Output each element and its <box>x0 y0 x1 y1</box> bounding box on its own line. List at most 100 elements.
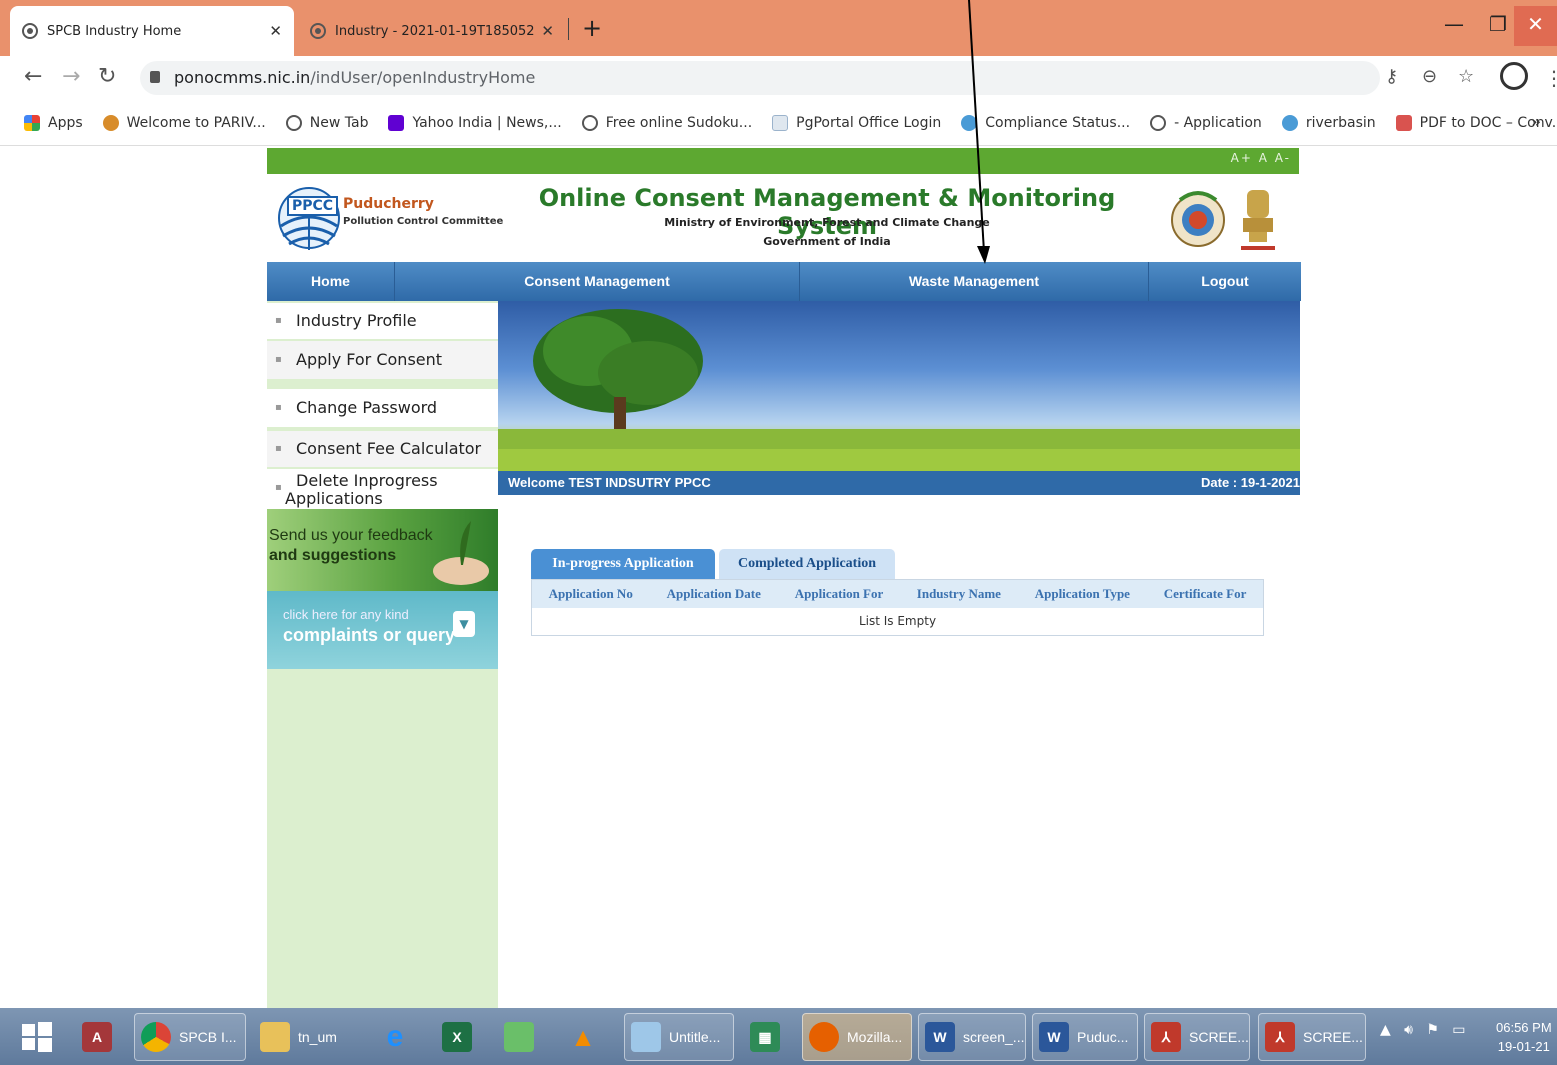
access-icon: A <box>82 1022 112 1052</box>
bookmark-yahoo[interactable]: Yahoo India | News,... <box>388 114 562 131</box>
browser-tab-active[interactable]: SPCB Industry Home ✕ <box>10 6 294 56</box>
new-tab-plus-icon[interactable]: + <box>582 14 602 42</box>
bookmark-sudoku[interactable]: Free online Sudoku... <box>581 114 752 131</box>
windows-taskbar: A SPCB I... tn_um e X ▲ Untitle... ▦ Moz… <box>0 1008 1557 1065</box>
taskbar-access[interactable]: A <box>76 1013 120 1061</box>
hands-plant-icon <box>433 521 489 585</box>
ppcc-logo-icon[interactable] <box>277 178 341 258</box>
system-tray[interactable]: ▲ 🔊︎ ⚑ ▭ <box>1380 1022 1465 1038</box>
sidebar-item-consent-fee-calculator[interactable]: ▪ Consent Fee Calculator <box>267 431 498 467</box>
taskbar-vlc[interactable]: ▲ <box>562 1013 606 1061</box>
taskbar-explorer[interactable] <box>498 1013 542 1061</box>
taskbar-pdf-1[interactable]: ⅄ SCREE... <box>1144 1013 1250 1061</box>
taskbar-calculator[interactable]: ▦ <box>744 1013 788 1061</box>
taskbar-excel[interactable]: X <box>436 1013 480 1061</box>
bookmark-apps[interactable]: Apps <box>24 114 83 131</box>
welcome-bar: Welcome TEST INDSUTRY PPCC Date : 19-1-2… <box>498 471 1300 495</box>
word-icon: W <box>925 1022 955 1052</box>
key-icon[interactable]: ⚷ <box>1385 66 1398 87</box>
sidebar: ▪ Industry Profile ▪ Apply For Consent ▪ Ch… <box>267 301 498 1008</box>
government-name: Government of India <box>763 235 891 248</box>
web-page: A+ A A- PPCC Puducherry Pollution Contro… <box>0 146 1557 1008</box>
ashoka-emblem-icon <box>1241 190 1275 250</box>
vlc-icon: ▲ <box>570 1021 596 1052</box>
windows-start-icon <box>22 1022 52 1052</box>
organization-subtitle: Pollution Control Committee <box>343 216 504 227</box>
system-clock[interactable]: 06:56 PM 19-01-21 <box>1496 1018 1552 1056</box>
taskbar-firefox[interactable]: Mozilla... <box>802 1013 912 1061</box>
bookmark-pgportal[interactable]: PgPortal Office Login <box>772 114 941 131</box>
lock-icon[interactable] <box>150 71 160 83</box>
bookmark-compliance[interactable]: Compliance Status... <box>961 114 1130 131</box>
taskbar-word-puduc[interactable]: W Puduc... <box>1032 1013 1138 1061</box>
column-header: Industry Name <box>900 579 1018 608</box>
bookmark-label: Apps <box>48 114 83 131</box>
bookmark-parivesh[interactable]: Welcome to PARIV... <box>102 114 266 131</box>
reload-icon[interactable]: ↻ <box>98 64 116 89</box>
bookmark-label: riverbasin <box>1305 114 1376 131</box>
bookmark-star-icon[interactable]: ☆ <box>1458 66 1474 87</box>
taskbar-label: SCREE... <box>1303 1029 1363 1045</box>
bookmarks-bar: Apps Welcome to PARIV... New Tab Yahoo I… <box>0 100 1557 146</box>
bookmark-new-tab[interactable]: New Tab <box>285 114 369 131</box>
column-header: Application Type <box>1017 579 1148 608</box>
taskbar-label: SCREE... <box>1189 1029 1249 1045</box>
sidebar-item-label: Industry Profile <box>296 311 417 330</box>
globe-icon <box>22 23 38 39</box>
column-header: Application No <box>531 579 650 608</box>
taskbar-folder[interactable]: tn_um <box>254 1013 358 1061</box>
font-size-controls[interactable]: A+ A A- <box>1231 151 1291 165</box>
sidebar-item-industry-profile[interactable]: ▪ Industry Profile <box>267 303 498 339</box>
nav-home[interactable]: Home <box>267 262 395 301</box>
feedback-banner[interactable]: Send us your feedback and suggestions <box>267 509 498 591</box>
pdf-doc-icon <box>1395 114 1412 131</box>
tab-separator <box>568 18 569 40</box>
pdf-icon: ⅄ <box>1265 1022 1295 1052</box>
back-arrow-icon[interactable]: ← <box>24 64 42 89</box>
sidebar-item-delete-inprogress[interactable]: ▪ Delete Inprogress Applications <box>267 469 498 509</box>
profile-avatar-icon[interactable] <box>1500 62 1528 90</box>
nav-waste-management[interactable]: Waste Management <box>800 262 1149 301</box>
sidebar-item-label: Delete Inprogress <box>296 471 438 490</box>
taskbar-label: tn_um <box>298 1029 337 1045</box>
tree-banner-image <box>498 301 1300 471</box>
zoom-icon[interactable]: ⊖ <box>1422 66 1437 87</box>
word-icon: W <box>1039 1022 1069 1052</box>
tray-expand-icon[interactable]: ▲ <box>1380 1022 1391 1038</box>
bookmark-label: - Application <box>1174 114 1262 131</box>
tab-completed-application[interactable]: Completed Application <box>719 549 895 579</box>
taskbar-ie[interactable]: e <box>374 1013 418 1061</box>
tab-inprogress-application[interactable]: In-progress Application <box>531 549 715 579</box>
url-input[interactable]: ponocmms.nic.in/indUser/openIndustryHome <box>140 61 1380 95</box>
nav-logout[interactable]: Logout <box>1149 262 1301 301</box>
empty-message: List Is Empty <box>531 607 1264 636</box>
pdf-icon: ⅄ <box>1151 1022 1181 1052</box>
browser-tab-inactive[interactable]: Industry - 2021-01-19T185052.8 ✕ <box>298 6 566 56</box>
forward-arrow-icon[interactable]: → <box>62 64 80 89</box>
complaint-text: click here for any kind <box>283 607 409 622</box>
more-bookmarks-chevron-icon[interactable]: » <box>1531 112 1541 131</box>
minimize-window-icon[interactable]: — <box>1432 6 1476 46</box>
volume-icon[interactable]: 🔊︎ <box>1404 1022 1413 1038</box>
windows-start-button[interactable] <box>14 1013 54 1061</box>
network-icon[interactable]: ▭ <box>1452 1022 1465 1038</box>
taskbar-chrome[interactable]: SPCB I... <box>134 1013 246 1061</box>
sidebar-item-apply-for-consent[interactable]: ▪ Apply For Consent <box>267 341 498 379</box>
sidebar-item-change-password[interactable]: ▪ Change Password <box>267 389 498 427</box>
bookmark-riverbasin[interactable]: riverbasin <box>1281 114 1376 131</box>
taskbar-word-screen[interactable]: Wscreen_... <box>918 1013 1026 1061</box>
bookmark-label: New Tab <box>309 114 369 131</box>
close-tab-icon[interactable]: ✕ <box>541 22 554 40</box>
column-header: Application Date <box>649 579 778 608</box>
flag-icon[interactable]: ⚑ <box>1426 1022 1439 1038</box>
bullet-icon: ▪ <box>275 443 282 454</box>
complaint-banner[interactable]: click here for any kind complaints or qu… <box>267 591 498 669</box>
close-tab-icon[interactable]: ✕ <box>269 22 282 40</box>
browser-menu-icon[interactable]: ⋮ <box>1544 66 1557 90</box>
close-window-icon[interactable]: ✕ <box>1514 6 1557 46</box>
nav-consent-management[interactable]: Consent Management <box>395 262 800 301</box>
sidebar-item-label: Change Password <box>296 398 438 417</box>
taskbar-paint[interactable]: Untitle... <box>624 1013 734 1061</box>
bookmark-application[interactable]: - Application <box>1150 114 1262 131</box>
taskbar-pdf-2[interactable]: ⅄ SCREE... <box>1258 1013 1366 1061</box>
